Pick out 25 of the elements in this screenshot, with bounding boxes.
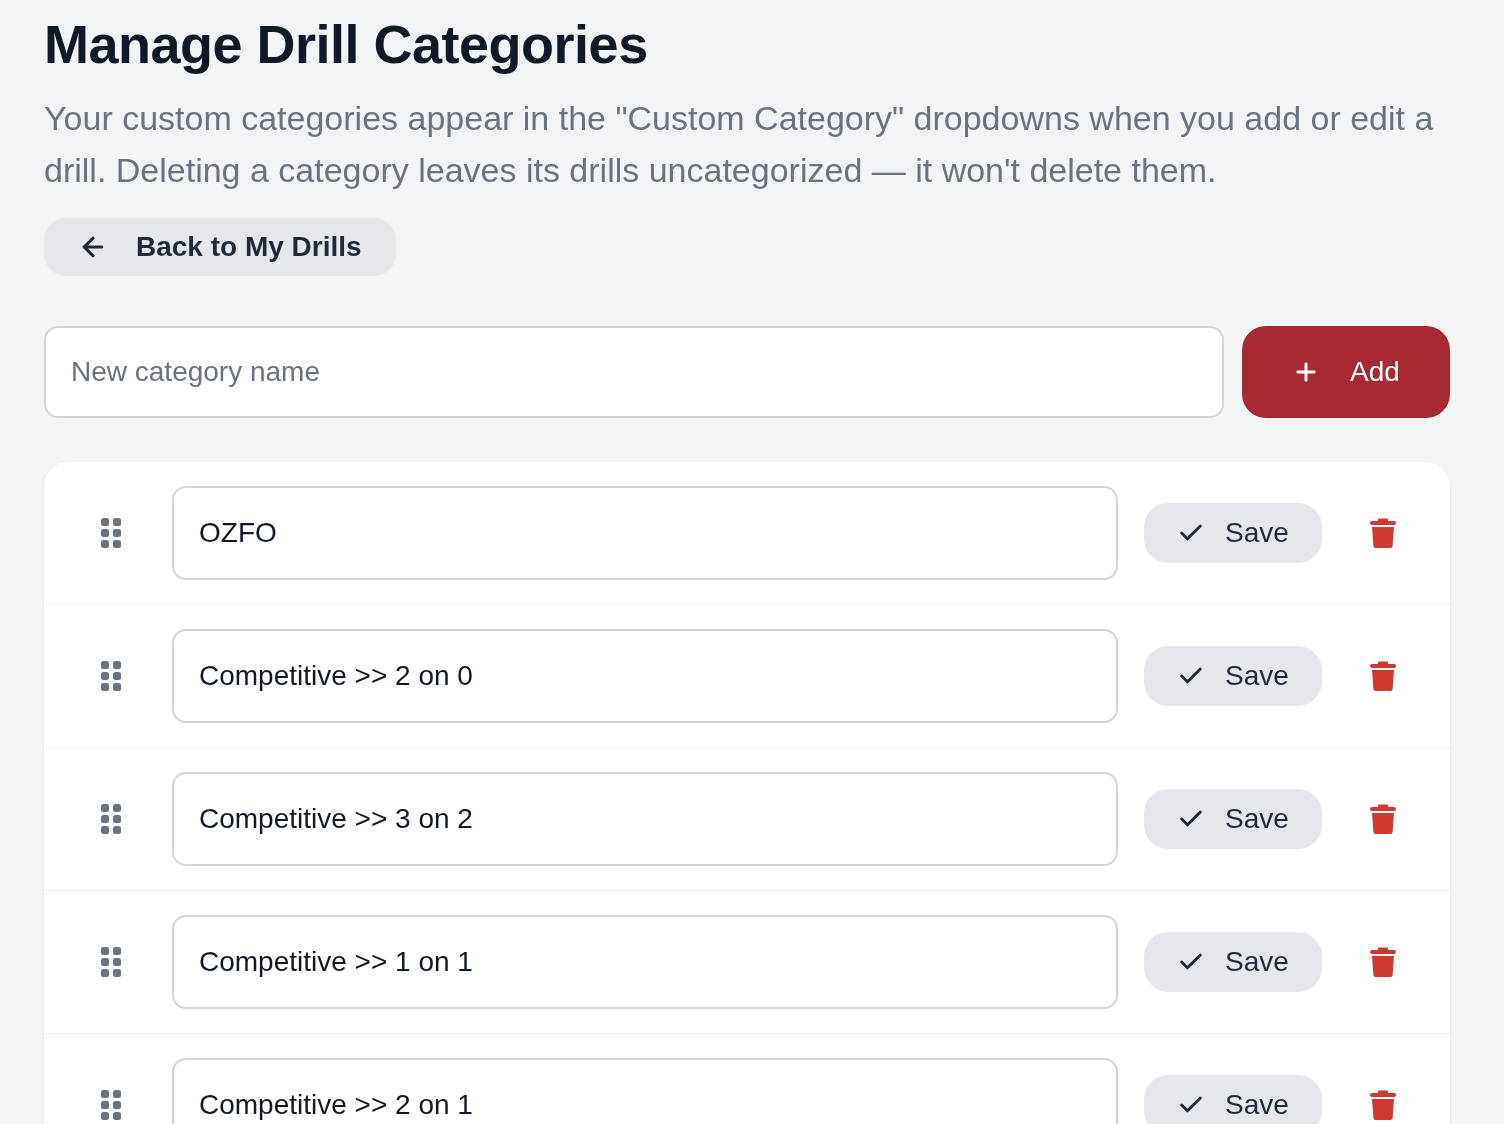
category-name-field[interactable]: Competitive >> 1 on 1 xyxy=(172,915,1118,1009)
category-name-field[interactable]: Competitive >> 2 on 0 xyxy=(172,629,1118,723)
category-name-field[interactable]: OZFO xyxy=(172,486,1118,580)
trash-icon[interactable] xyxy=(1370,518,1396,548)
save-button[interactable]: Save xyxy=(1144,646,1322,706)
trash-icon[interactable] xyxy=(1370,947,1396,977)
trash-icon[interactable] xyxy=(1370,1090,1396,1120)
save-button[interactable]: Save xyxy=(1144,789,1322,849)
drag-handle-icon[interactable] xyxy=(101,518,121,548)
category-name-field[interactable]: Competitive >> 2 on 1 xyxy=(172,1058,1118,1124)
add-button[interactable]: Add xyxy=(1242,326,1450,418)
save-button[interactable]: Save xyxy=(1144,503,1322,563)
drag-handle-icon[interactable] xyxy=(101,804,121,834)
new-category-field[interactable]: New category name xyxy=(44,326,1224,418)
drag-handle-icon[interactable] xyxy=(101,1090,121,1120)
back-button[interactable]: Back to My Drills xyxy=(44,218,396,276)
page-description: Your custom categories appear in the "Custom Category" dropdowns when you add or edit a drill. Deleting a category leaves its drills uncategorized — it won't delete them. xyxy=(44,98,1435,191)
category-name-field[interactable]: Competitive >> 3 on 2 xyxy=(172,772,1118,866)
page-title: Manage Drill Categories xyxy=(44,14,649,74)
trash-icon[interactable] xyxy=(1370,661,1396,691)
drag-handle-icon[interactable] xyxy=(101,661,121,691)
save-button[interactable]: Save xyxy=(1144,932,1322,992)
trash-icon[interactable] xyxy=(1370,804,1396,834)
save-button[interactable]: Save xyxy=(1144,1075,1322,1124)
drag-handle-icon[interactable] xyxy=(101,947,121,977)
